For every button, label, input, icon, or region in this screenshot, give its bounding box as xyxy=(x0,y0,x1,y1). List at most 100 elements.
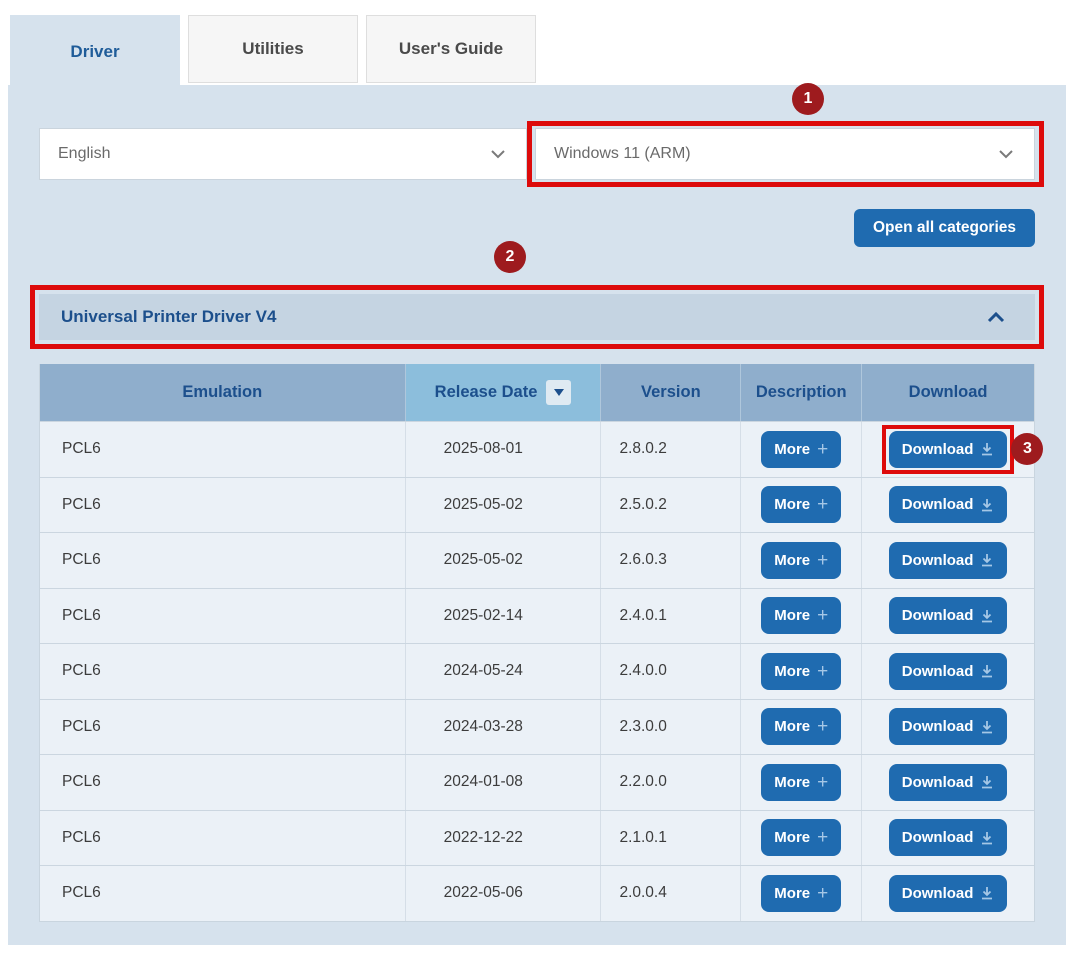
download-icon xyxy=(980,775,994,789)
more-label: More xyxy=(774,496,810,513)
release-date-cell: 2022-12-22 xyxy=(406,811,602,866)
download-label: Download xyxy=(902,829,974,846)
version-cell: 2.8.0.2 xyxy=(601,422,741,477)
tab-utilities[interactable]: Utilities xyxy=(188,15,358,83)
os-select[interactable]: Windows 11 (ARM) xyxy=(535,128,1035,180)
release-date-label: Release Date xyxy=(435,383,538,402)
release-date-cell: 2025-05-02 xyxy=(406,533,602,588)
open-all-categories-button[interactable]: Open all categories xyxy=(854,209,1035,247)
download-icon xyxy=(980,831,994,845)
emulation-cell: PCL6 xyxy=(40,866,406,921)
column-header-version: Version xyxy=(601,364,741,421)
more-button[interactable]: More + xyxy=(761,708,841,745)
tab-users-guide[interactable]: User's Guide xyxy=(366,15,536,83)
more-button[interactable]: More + xyxy=(761,486,841,523)
plus-icon: + xyxy=(817,440,828,459)
chevron-up-icon xyxy=(987,312,1005,323)
tab-bar: Driver Utilities User's Guide xyxy=(0,0,1074,85)
plus-icon: + xyxy=(817,773,828,792)
more-button[interactable]: More + xyxy=(761,431,841,468)
download-button[interactable]: Download xyxy=(889,819,1008,856)
release-date-cell: 2024-05-24 xyxy=(406,644,602,699)
version-cell: 2.2.0.0 xyxy=(601,755,741,810)
download-label: Download xyxy=(902,663,974,680)
sort-release-date-button[interactable] xyxy=(546,380,571,405)
more-button[interactable]: More + xyxy=(761,653,841,690)
chevron-down-icon xyxy=(490,149,506,159)
accordion-header-universal-printer-driver-v4[interactable]: Universal Printer Driver V4 xyxy=(39,294,1035,340)
download-label: Download xyxy=(902,718,974,735)
column-header-emulation: Emulation xyxy=(40,364,406,421)
download-button[interactable]: Download xyxy=(889,875,1008,912)
download-icon xyxy=(980,886,994,900)
more-label: More xyxy=(774,829,810,846)
download-button[interactable]: Download xyxy=(889,486,1008,523)
download-button[interactable]: Download xyxy=(889,653,1008,690)
table-header-row: Emulation Release Date Version Descripti… xyxy=(40,364,1034,421)
more-label: More xyxy=(774,774,810,791)
annotation-box-2: Universal Printer Driver V4 xyxy=(30,285,1044,349)
more-label: More xyxy=(774,552,810,569)
driver-table: Emulation Release Date Version Descripti… xyxy=(39,364,1035,922)
sort-desc-icon xyxy=(554,389,564,396)
plus-icon: + xyxy=(817,606,828,625)
more-button[interactable]: More + xyxy=(761,819,841,856)
emulation-cell: PCL6 xyxy=(40,422,406,477)
language-select-value: English xyxy=(58,145,110,163)
emulation-cell: PCL6 xyxy=(40,755,406,810)
tab-driver[interactable]: Driver xyxy=(10,15,180,88)
download-label: Download xyxy=(902,885,974,902)
column-header-description: Description xyxy=(741,364,862,421)
language-select[interactable]: English xyxy=(39,128,527,180)
emulation-cell: PCL6 xyxy=(40,533,406,588)
table-row: PCL6 2022-05-06 2.0.0.4 More + Download xyxy=(40,865,1034,921)
release-date-cell: 2024-03-28 xyxy=(406,700,602,755)
more-button[interactable]: More + xyxy=(761,764,841,801)
emulation-cell: PCL6 xyxy=(40,644,406,699)
more-button[interactable]: More + xyxy=(761,542,841,579)
annotation-badge-3: 3 xyxy=(1011,433,1043,465)
download-button[interactable]: Download xyxy=(889,597,1008,634)
version-cell: 2.1.0.1 xyxy=(601,811,741,866)
table-row: PCL6 2025-05-02 2.5.0.2 More + Download xyxy=(40,477,1034,533)
download-label: Download xyxy=(902,441,974,458)
download-icon xyxy=(980,720,994,734)
version-cell: 2.3.0.0 xyxy=(601,700,741,755)
download-button[interactable]: Download xyxy=(889,764,1008,801)
version-cell: 2.6.0.3 xyxy=(601,533,741,588)
download-button[interactable]: Download xyxy=(889,431,1008,468)
emulation-cell: PCL6 xyxy=(40,478,406,533)
accordion-title: Universal Printer Driver V4 xyxy=(61,307,276,327)
plus-icon: + xyxy=(817,717,828,736)
table-row: PCL6 2024-01-08 2.2.0.0 More + Download xyxy=(40,754,1034,810)
column-header-download: Download xyxy=(862,364,1034,421)
emulation-cell: PCL6 xyxy=(40,811,406,866)
os-select-value: Windows 11 (ARM) xyxy=(554,145,691,163)
release-date-cell: 2025-05-02 xyxy=(406,478,602,533)
table-row: PCL6 2024-03-28 2.3.0.0 More + Download xyxy=(40,699,1034,755)
annotation-badge-1: 1 xyxy=(792,83,824,115)
download-icon xyxy=(980,498,994,512)
more-label: More xyxy=(774,663,810,680)
release-date-cell: 2025-08-01 xyxy=(406,422,602,477)
driver-panel: English Windows 11 (ARM) 1 Open all cate… xyxy=(8,85,1066,945)
more-button[interactable]: More + xyxy=(761,875,841,912)
more-button[interactable]: More + xyxy=(761,597,841,634)
download-label: Download xyxy=(902,552,974,569)
download-icon xyxy=(980,664,994,678)
more-label: More xyxy=(774,607,810,624)
annotation-badge-2: 2 xyxy=(494,241,526,273)
download-label: Download xyxy=(902,774,974,791)
download-button[interactable]: Download xyxy=(889,542,1008,579)
release-date-cell: 2022-05-06 xyxy=(406,866,602,921)
table-row: PCL6 2025-05-02 2.6.0.3 More + Download xyxy=(40,532,1034,588)
plus-icon: + xyxy=(817,495,828,514)
table-row: PCL6 2025-08-01 2.8.0.2 More + Download xyxy=(40,421,1034,477)
more-label: More xyxy=(774,885,810,902)
more-label: More xyxy=(774,718,810,735)
download-button[interactable]: Download xyxy=(889,708,1008,745)
plus-icon: + xyxy=(817,662,828,681)
release-date-cell: 2024-01-08 xyxy=(406,755,602,810)
download-icon xyxy=(980,609,994,623)
version-cell: 2.4.0.1 xyxy=(601,589,741,644)
